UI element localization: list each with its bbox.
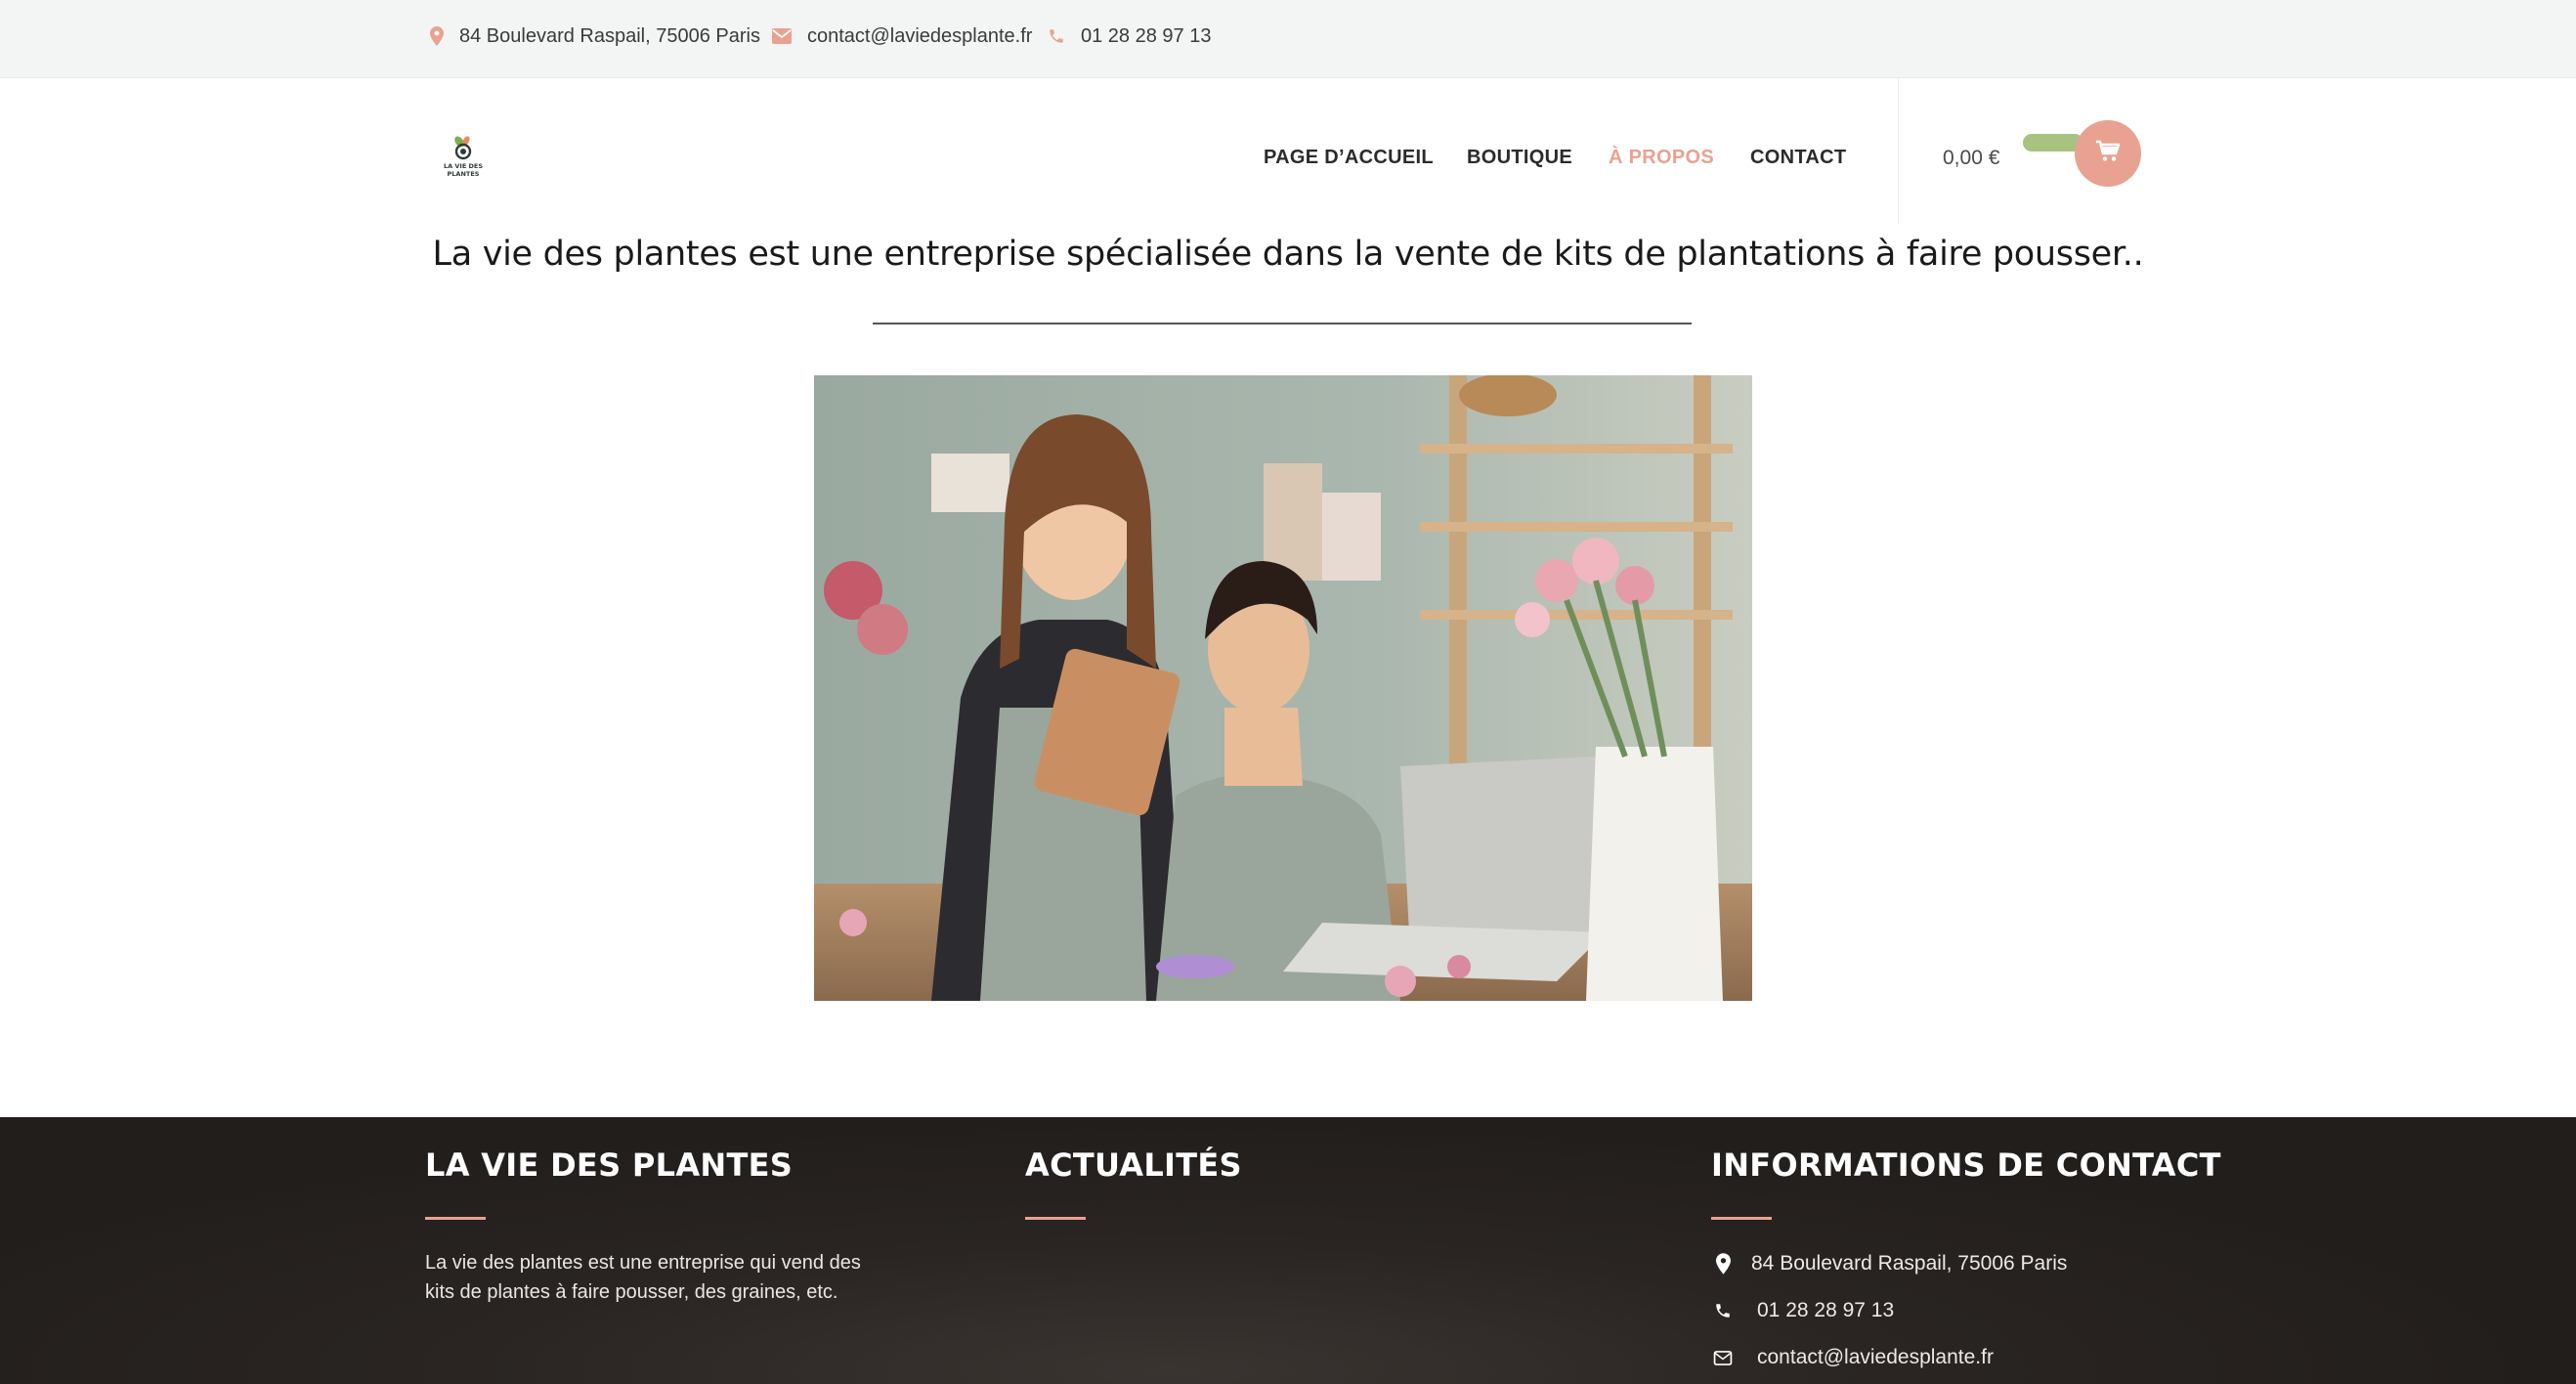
- footer-email-text[interactable]: contact@laviedesplante.fr: [1757, 1346, 1994, 1369]
- footer-address-text: 84 Boulevard Raspail, 75006 Paris: [1751, 1252, 2068, 1275]
- footer-title-news: ACTUALITÉS: [1025, 1146, 1242, 1184]
- shopping-cart-icon: [2095, 140, 2121, 168]
- cart-total[interactable]: 0,00 €: [1943, 147, 1999, 170]
- footer-contact-phone[interactable]: 01 28 28 97 13: [1712, 1299, 1894, 1322]
- footer-accent-line: [1711, 1217, 1772, 1220]
- page-tagline: La vie des plantes est une entreprise sp…: [432, 235, 2144, 274]
- nav-item-contact[interactable]: CONTACT: [1750, 147, 1846, 169]
- topbar-phone-text[interactable]: 01 28 28 97 13: [1081, 25, 1211, 48]
- header-divider: [1898, 78, 1899, 225]
- about-photo: [814, 375, 1752, 1001]
- footer-accent-line: [425, 1217, 486, 1220]
- map-pin-icon: [1712, 1253, 1734, 1275]
- top-info-bar: 84 Boulevard Raspail, 75006 Paris contac…: [0, 0, 2576, 78]
- topbar-email-text[interactable]: contact@laviedesplante.fr: [807, 25, 1032, 48]
- footer-accent-line: [1025, 1217, 1086, 1220]
- phone-icon: [1048, 27, 1065, 45]
- topbar-address: 84 Boulevard Raspail, 75006 Paris: [430, 0, 760, 72]
- site-header: LA VIE DES PLANTES PAGE D’ACCUEIL BOUTIQ…: [0, 78, 2576, 225]
- footer-about-text: La vie des plantes est une entreprise qu…: [425, 1252, 861, 1303]
- logo-text-line1: LA VIE DES: [444, 162, 483, 170]
- envelope-icon: [772, 28, 792, 44]
- cart-button[interactable]: [2075, 120, 2141, 187]
- map-pin-icon: [430, 26, 444, 46]
- nav-item-home[interactable]: PAGE D’ACCUEIL: [1264, 147, 1434, 169]
- topbar-phone[interactable]: 01 28 28 97 13: [1048, 0, 1211, 72]
- footer-title-about: LA VIE DES PLANTES: [425, 1146, 794, 1184]
- topbar-email[interactable]: contact@laviedesplante.fr: [772, 0, 1032, 72]
- footer-phone-text[interactable]: 01 28 28 97 13: [1757, 1299, 1894, 1322]
- section-divider: [873, 323, 1692, 324]
- nav-item-about[interactable]: À PROPOS: [1609, 147, 1714, 169]
- site-logo[interactable]: LA VIE DES PLANTES: [440, 132, 487, 181]
- footer-contact-email[interactable]: contact@laviedesplante.fr: [1712, 1346, 1994, 1369]
- footer-title-contact: INFORMATIONS DE CONTACT: [1711, 1146, 2221, 1184]
- site-footer: LA VIE DES PLANTES La vie des plantes es…: [0, 1117, 2576, 1384]
- envelope-icon: [1712, 1350, 1734, 1365]
- phone-icon: [1712, 1302, 1734, 1319]
- footer-contact-address: 84 Boulevard Raspail, 75006 Paris: [1712, 1252, 2067, 1276]
- nav-item-shop[interactable]: BOUTIQUE: [1467, 147, 1572, 169]
- logo-text-line2: PLANTES: [448, 170, 480, 178]
- topbar-address-text: 84 Boulevard Raspail, 75006 Paris: [459, 24, 760, 47]
